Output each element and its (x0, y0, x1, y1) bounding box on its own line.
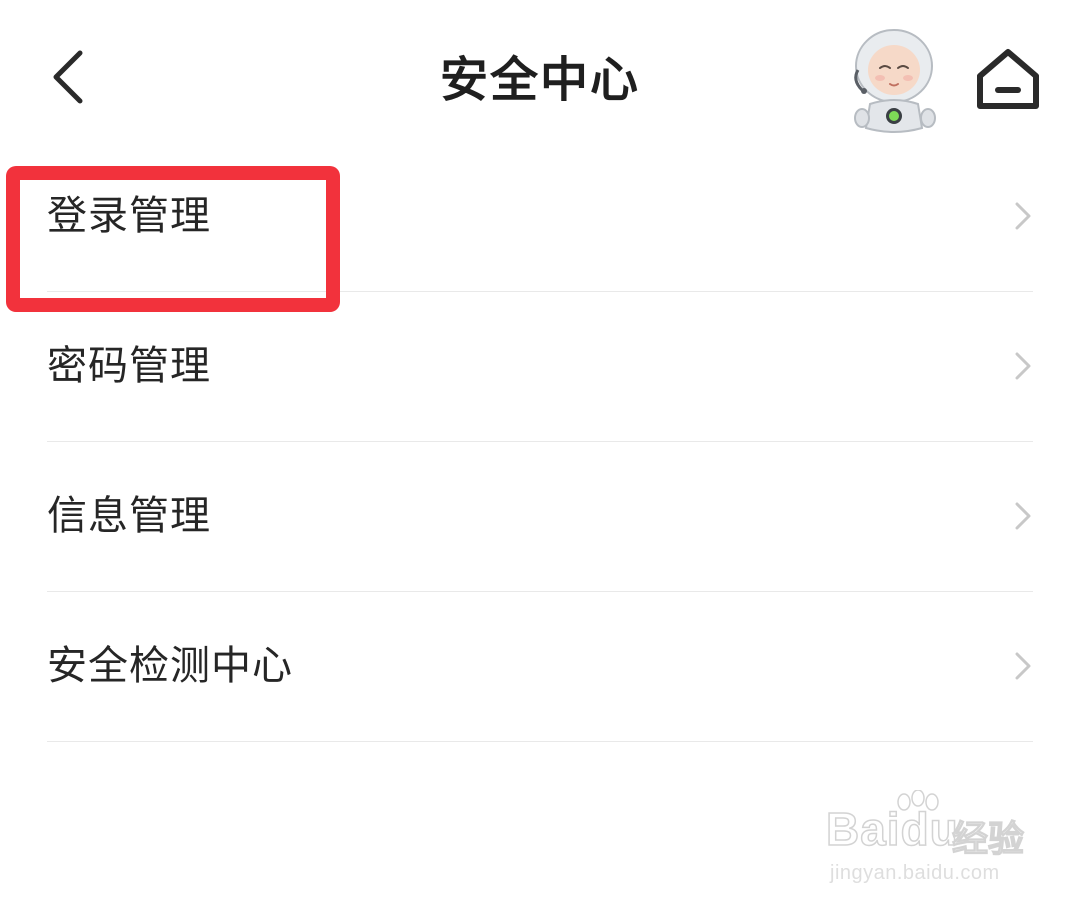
watermark-logo: Baidu (825, 802, 959, 856)
header-bar: 安全中心 (0, 0, 1080, 150)
menu-item-label: 信息管理 (47, 493, 211, 539)
menu-item-info-management[interactable]: 信息管理 (47, 442, 1033, 592)
menu-item-label: 密码管理 (47, 343, 211, 389)
astronaut-mascot[interactable] (842, 26, 946, 134)
chevron-right-icon (1015, 202, 1031, 230)
menu-item-login-management[interactable]: 登录管理 (47, 142, 1033, 292)
home-icon[interactable] (972, 44, 1044, 114)
watermark-suffix: 经验 (951, 818, 1025, 860)
chevron-right-icon (1015, 502, 1031, 530)
menu-item-security-check-center[interactable]: 安全检测中心 (47, 592, 1033, 742)
menu-item-label: 登录管理 (47, 193, 211, 239)
chevron-right-icon (1015, 652, 1031, 680)
chevron-right-icon (1015, 352, 1031, 380)
baidu-jingyan-watermark: Baidu 经验 jingyan.baidu.com (825, 790, 1026, 892)
menu-item-password-management[interactable]: 密码管理 (47, 292, 1033, 442)
watermark-url: jingyan.baidu.com (830, 862, 1000, 884)
menu-item-label: 安全检测中心 (47, 643, 293, 689)
